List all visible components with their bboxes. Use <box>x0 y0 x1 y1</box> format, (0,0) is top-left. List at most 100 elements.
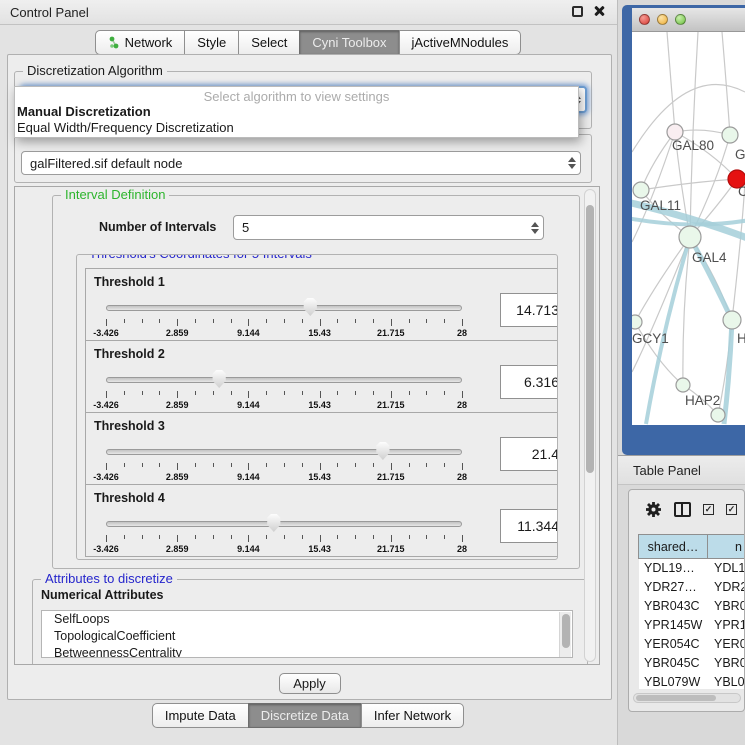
minimize-traffic-light-icon[interactable] <box>657 14 668 25</box>
threshold-slider[interactable]: -3.4262.8599.14415.4321.71528 <box>106 299 462 333</box>
algorithm-dropdown-popup: Select algorithm to view settings Manual… <box>14 86 579 138</box>
algorithm-option[interactable]: Manual Discretization <box>15 104 578 120</box>
network-node-h[interactable] <box>723 311 741 329</box>
apply-button[interactable]: Apply <box>279 673 341 694</box>
tab-discretize-data[interactable]: Discretize Data <box>248 703 362 728</box>
node-label: GAL11 <box>640 198 681 213</box>
num-intervals-combobox[interactable]: 5 <box>233 215 544 240</box>
tab-style[interactable]: Style <box>184 30 239 55</box>
node-label: GCY1 <box>632 331 669 346</box>
table-row[interactable]: YBR043CYBR0 <box>639 597 745 616</box>
table-row[interactable]: YDL19…YDL1 <box>639 559 745 578</box>
checkbox-icon[interactable]: ✓ <box>703 504 714 515</box>
tab-cyni-toolbox[interactable]: Cyni Toolbox <box>299 30 399 55</box>
vertical-scrollbar[interactable] <box>584 189 596 662</box>
attribute-list-item[interactable]: TopologicalCoefficient <box>42 628 572 645</box>
group-title: Attributes to discretize <box>41 571 177 586</box>
control-panel: Control Panel NetworkStyleSelectCyni Too… <box>0 0 618 745</box>
node-label: GAL4 <box>692 250 727 265</box>
slider-track[interactable] <box>106 305 462 311</box>
algorithm-option[interactable]: Equal Width/Frequency Discretization <box>15 120 578 136</box>
network-node-hap2[interactable] <box>676 378 690 392</box>
cell-name: YER0 <box>709 635 745 654</box>
cell-shared-name: YDL19… <box>639 559 709 578</box>
tab-network[interactable]: Network <box>95 30 186 55</box>
algorithm-combo-placeholder[interactable]: Select algorithm to view settings <box>15 87 578 104</box>
cell-shared-name: YBR043C <box>639 597 709 616</box>
node-label: C <box>738 184 745 199</box>
numerical-attributes-list[interactable]: SelfLoopsTopologicalCoefficientBetweenne… <box>41 610 573 658</box>
table-row[interactable]: YBR045CYBR0 <box>639 654 745 673</box>
threshold-slider[interactable]: -3.4262.8599.14415.4321.71528 <box>106 371 462 405</box>
threshold-value-field[interactable]: 21.4 <box>500 437 558 471</box>
network-node-ga[interactable] <box>722 127 738 143</box>
cell-name: YBR0 <box>709 654 745 673</box>
network-edge <box>635 237 690 322</box>
table-row[interactable]: YBL079WYBL0 <box>639 673 745 689</box>
threshold-row: Threshold 1-3.4262.8599.14415.4321.71528… <box>85 268 558 341</box>
threshold-label: Threshold 2 <box>94 347 165 361</box>
tab-label: Discretize Data <box>261 708 349 723</box>
column-header-name[interactable]: n <box>707 534 745 559</box>
table-header-row: shared… n <box>639 534 745 559</box>
network-node[interactable] <box>711 408 725 422</box>
slider-track[interactable] <box>106 521 462 527</box>
cell-name: YBL0 <box>709 673 745 689</box>
threshold-slider[interactable]: -3.4262.8599.14415.4321.71528 <box>106 443 462 477</box>
tab-infer-network[interactable]: Infer Network <box>361 703 464 728</box>
table-row[interactable]: YPR145WYPR1 <box>639 616 745 635</box>
slider-thumb[interactable] <box>266 514 281 532</box>
slider-thumb[interactable] <box>212 370 227 388</box>
table-row[interactable]: YDR27…YDR2 <box>639 578 745 597</box>
node-label: HAP2 <box>685 393 720 408</box>
interval-definition-group: Interval Definition Number of Intervals … <box>52 195 580 569</box>
float-window-icon[interactable] <box>572 6 583 17</box>
threshold-value-field[interactable]: 11.344 <box>500 509 558 543</box>
table-row[interactable]: YER054CYER0 <box>639 635 745 654</box>
node-label: H <box>737 331 745 346</box>
tab-jactivemnodules[interactable]: jActiveMNodules <box>399 30 522 55</box>
close-traffic-light-icon[interactable] <box>639 14 650 25</box>
threshold-label: Threshold 3 <box>94 419 165 433</box>
tab-impute-data[interactable]: Impute Data <box>152 703 249 728</box>
threshold-slider[interactable]: -3.4262.8599.14415.4321.71528 <box>106 515 462 549</box>
tab-label: Style <box>197 35 226 50</box>
threshold-value-field[interactable]: 6.316 <box>500 365 558 399</box>
algorithm-option-list: Manual DiscretizationEqual Width/Frequen… <box>15 104 578 136</box>
column-header-shared-name[interactable]: shared… <box>638 534 708 559</box>
threshold-row: Threshold 3 -3.4262.8599.14415.4321.71528… <box>85 412 558 485</box>
table-body: YDL19…YDL1YDR27…YDR2YBR043CYBR0YPR145WYP… <box>639 559 745 689</box>
network-node-gcy1[interactable] <box>632 315 642 329</box>
scrollbar-thumb[interactable] <box>586 205 594 473</box>
close-icon[interactable] <box>593 5 605 17</box>
checkbox-icon[interactable]: ✓ <box>726 504 737 515</box>
network-node-gal11[interactable] <box>633 182 649 198</box>
horizontal-scrollbar[interactable] <box>633 693 741 703</box>
attribute-list-item[interactable]: BetweennessCentrality <box>42 645 572 658</box>
threshold-value-field[interactable]: 14.713 <box>500 293 558 327</box>
list-scrollbar[interactable] <box>559 612 571 658</box>
network-edge <box>690 32 698 237</box>
cell-shared-name: YBR045C <box>639 654 709 673</box>
network-node-gal4[interactable] <box>679 226 701 248</box>
num-intervals-label: Number of Intervals <box>99 220 216 234</box>
zoom-traffic-light-icon[interactable] <box>675 14 686 25</box>
slider-thumb[interactable] <box>303 298 318 316</box>
network-window-titlebar[interactable] <box>632 8 745 32</box>
top-tab-bar: Network Style SelectCyni Toolbox jActiveMNo… <box>0 30 617 55</box>
network-icon <box>108 36 120 49</box>
slider-track[interactable] <box>106 377 462 383</box>
table-data-combobox[interactable]: galFiltered.sif default node <box>21 151 581 175</box>
cell-shared-name: YPR145W <box>639 616 709 635</box>
slider-track[interactable] <box>106 449 462 455</box>
scrollbar-thumb[interactable] <box>636 695 716 701</box>
numerical-attributes-label: Numerical Attributes <box>41 588 163 602</box>
tab-select[interactable]: Select <box>238 30 300 55</box>
attribute-list-item[interactable]: SelfLoops <box>42 611 572 628</box>
slider-thumb[interactable] <box>375 442 390 460</box>
slider-tick-labels: -3.4262.8599.14415.4321.71528 <box>106 328 462 339</box>
gear-icon[interactable] <box>645 501 662 518</box>
columns-icon[interactable] <box>674 502 691 517</box>
network-canvas[interactable]: GAL80GACGAL11GAL4GCY1HHAP2 <box>632 32 745 425</box>
tab-label: jActiveMNodules <box>412 35 509 50</box>
